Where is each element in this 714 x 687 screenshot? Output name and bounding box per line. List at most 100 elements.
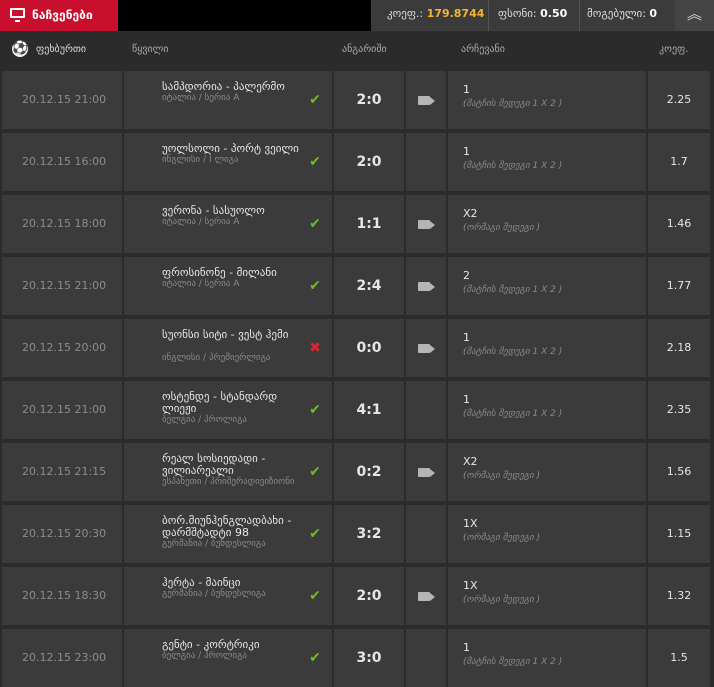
divider (446, 381, 448, 439)
bet-pick: 1 (463, 145, 470, 158)
divider (446, 133, 448, 191)
divider (446, 443, 448, 501)
divider (404, 319, 406, 377)
bet-market: (ორმაგი შედეგი ) (463, 471, 541, 481)
divider (446, 71, 448, 129)
video-camera-icon[interactable] (418, 592, 430, 601)
bet-pick: X2 (463, 455, 478, 468)
col-score: ანგარიში (342, 44, 387, 55)
match-score: 2:0 (356, 92, 382, 108)
video-camera-icon[interactable] (418, 96, 430, 105)
divider (404, 381, 406, 439)
table-row[interactable]: 20.12.15 21:00 ოსტენდე - სტანდარდ ლიეჟი … (2, 381, 710, 439)
bet-pick: 1 (463, 331, 470, 344)
match-date: 20.12.15 18:30 (22, 589, 107, 602)
table-row[interactable]: 20.12.15 16:00 უოლსოლი - პორტ ვეილი ინგლ… (2, 133, 710, 191)
divider (404, 505, 406, 563)
table-row[interactable]: 20.12.15 21:00 ფროსინონე - მილანი იტალია… (2, 257, 710, 315)
match-date: 20.12.15 16:00 (22, 155, 107, 168)
divider (488, 0, 489, 31)
bet-odds: 1.46 (666, 217, 692, 230)
table-row[interactable]: 20.12.15 21:15 რეალ სოსიედადი - ვილიარეა… (2, 443, 710, 501)
table-row[interactable]: 20.12.15 21:00 სამპდორია - პალერმო იტალი… (2, 71, 710, 129)
divider (404, 443, 406, 501)
tab-shown[interactable]: ნაჩვენები (0, 0, 118, 31)
bet-pick: 1 (463, 83, 470, 96)
match-date: 20.12.15 20:00 (22, 341, 107, 354)
stake-label: ფსონი: (498, 7, 537, 20)
stake-value: 0.50 (540, 7, 568, 20)
table-row[interactable]: 20.12.15 20:30 ბორ.მიუნჰენგლადბახი - დარ… (2, 505, 710, 563)
divider (404, 567, 406, 625)
divider (122, 443, 124, 501)
divider (446, 505, 448, 563)
video-camera-icon[interactable] (418, 344, 430, 353)
checkmark-icon: ✔ (309, 588, 321, 604)
match-date: 20.12.15 21:00 (22, 279, 107, 292)
match-league: ინგლისი / პრემიერლიგა (162, 353, 271, 363)
match-league: იტალია / სერია A (162, 217, 240, 227)
match-score: 0:0 (356, 340, 382, 356)
divider (404, 629, 406, 687)
winnings-stat: მოგებული: 0 (587, 0, 657, 28)
divider (122, 505, 124, 563)
table-row[interactable]: 20.12.15 18:00 ვერონა - სასუოლო იტალია /… (2, 195, 710, 253)
match-league: იტალია / სერია A (162, 93, 240, 103)
video-camera-icon[interactable] (418, 282, 430, 291)
divider (122, 133, 124, 191)
match-score: 3:2 (356, 526, 382, 542)
bet-pick: 1X (463, 579, 478, 592)
match-league: ინგლისი / I ლიგა (162, 155, 239, 165)
divider (122, 381, 124, 439)
table-row[interactable]: 20.12.15 20:00 სუონსი სიტი - ვესტ ჰემი ი… (2, 319, 710, 377)
video-camera-icon[interactable] (418, 220, 430, 229)
checkmark-icon: ✔ (309, 526, 321, 542)
odds-total-value: 179.8744 (426, 7, 485, 20)
odds-total-stat: კოეფ.: 179.8744 (387, 0, 484, 28)
divider (122, 629, 124, 687)
match-teams: ფროსინონე - მილანი (162, 266, 277, 279)
bet-pick: 1 (463, 393, 470, 406)
divider (446, 629, 448, 687)
divider (579, 0, 580, 31)
divider (122, 319, 124, 377)
top-bar: ნაჩვენები კოეფ.: 179.8744 ფსონი: 0.50 მო… (0, 0, 714, 33)
table-row[interactable]: 20.12.15 23:00 გენტი - კორტრიკი ბელგია /… (2, 629, 710, 687)
monitor-icon (10, 8, 25, 22)
match-score: 1:1 (356, 216, 382, 232)
match-score: 0:2 (356, 464, 382, 480)
match-teams: ოსტენდე - სტანდარდ ლიეჟი (162, 390, 278, 415)
col-odds: კოეფ. (659, 44, 689, 55)
match-score: 4:1 (356, 402, 382, 418)
match-date: 20.12.15 20:30 (22, 527, 107, 540)
checkmark-icon: ✔ (309, 278, 321, 294)
bet-pick: 1X (463, 517, 478, 530)
bet-odds: 1.77 (666, 279, 692, 292)
match-teams: ვერონა - სასუოლო (162, 204, 265, 217)
divider (404, 71, 406, 129)
checkmark-icon: ✔ (309, 402, 321, 418)
football-icon: ⚽ (12, 41, 29, 57)
divider (446, 257, 448, 315)
bet-market: (მატჩის შედეგი 1 X 2 ) (463, 657, 563, 667)
winnings-value: 0 (649, 7, 658, 20)
double-chevron-up-icon[interactable]: ︽ (675, 0, 714, 31)
match-teams: უოლსოლი - პორტ ვეილი (162, 142, 299, 155)
bet-pick: 1 (463, 641, 470, 654)
video-camera-icon[interactable] (418, 468, 430, 477)
odds-total-label: კოეფ.: (387, 7, 424, 20)
table-header: ⚽ ფეხბურთი წყვილი ანგარიში არჩევანი კოეფ… (0, 33, 714, 66)
match-teams: რეალ სოსიედადი - ვილიარეალი (162, 452, 266, 477)
divider (404, 133, 406, 191)
match-league: იტალია / სერია A (162, 279, 240, 289)
match-score: 2:4 (356, 278, 382, 294)
match-date: 20.12.15 21:00 (22, 403, 107, 416)
divider (122, 71, 124, 129)
divider (122, 567, 124, 625)
bet-odds: 1.32 (666, 589, 692, 602)
match-date: 20.12.15 21:15 (22, 465, 107, 478)
bet-market: (ორმაგი შედეგი ) (463, 223, 541, 233)
checkmark-icon: ✔ (309, 650, 321, 666)
match-score: 2:0 (356, 154, 382, 170)
table-row[interactable]: 20.12.15 18:30 ჰერტა - მაინცი გერმანია /… (2, 567, 710, 625)
